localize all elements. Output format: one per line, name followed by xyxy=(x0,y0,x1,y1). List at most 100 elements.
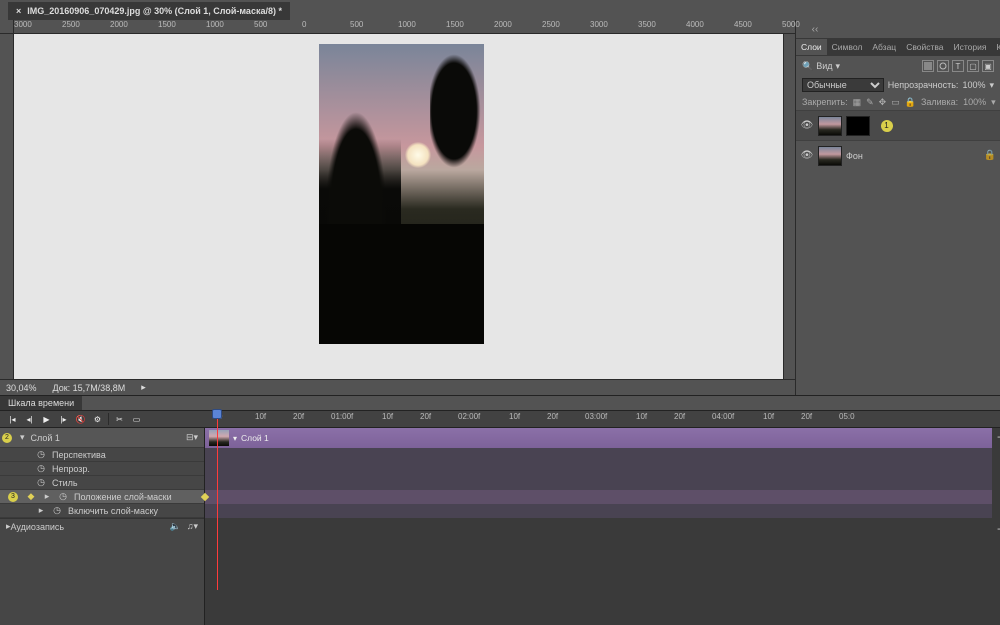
settings-button[interactable]: ⚙ xyxy=(91,413,104,426)
opacity-value[interactable]: 100% xyxy=(962,80,985,90)
layer-thumbnail[interactable] xyxy=(818,146,842,166)
playhead[interactable] xyxy=(217,410,218,590)
panel-collapse-handle[interactable]: ‹‹ xyxy=(796,20,1000,38)
viewport[interactable] xyxy=(14,34,783,379)
stopwatch-icon[interactable]: ◷ xyxy=(36,450,46,460)
audio-mute-icon[interactable]: 🔈 xyxy=(170,521,181,532)
tab-properties[interactable]: Свойства xyxy=(901,39,948,55)
chevron-down-icon[interactable]: ▾ xyxy=(989,80,994,91)
layer-mask-thumbnail[interactable] xyxy=(846,116,870,136)
track-prop-mask-position[interactable]: 3 ◆ ▸ ◷ Положение слой-маски xyxy=(0,490,204,504)
mute-button[interactable]: 🔇 xyxy=(74,413,87,426)
timeline-ruler[interactable]: 0 10f 20f 01:00f 10f 20f 02:00f 10f 20f … xyxy=(217,410,994,428)
prop-label: Положение слой-маски xyxy=(74,492,172,502)
first-frame-button[interactable]: |◂ xyxy=(6,413,19,426)
document-title: IMG_20160906_070429.jpg @ 30% (Слой 1, С… xyxy=(27,6,282,16)
disclosure-icon[interactable]: ▾ xyxy=(20,432,25,443)
next-frame-button[interactable]: |▸ xyxy=(57,413,70,426)
timeline-tick: 05:0 xyxy=(839,412,855,421)
ruler-tick: 4500 xyxy=(734,20,752,29)
ruler-tick: 2000 xyxy=(110,20,128,29)
filter-shape-icon[interactable]: ▢ xyxy=(967,60,979,72)
layer-filter-label: Вид xyxy=(816,61,832,71)
track-prop-opacity[interactable]: ◷ Непрозр. xyxy=(0,462,204,476)
layers-panel-tabs: Слои Символ Абзац Свойства История Канал… xyxy=(796,38,1000,56)
property-lane[interactable] xyxy=(205,462,992,476)
track-options-icon[interactable]: ⊟▾ xyxy=(186,432,198,443)
play-button[interactable]: ▶ xyxy=(40,413,53,426)
stopwatch-icon[interactable]: ◷ xyxy=(58,492,68,502)
scrollbar-vertical[interactable] xyxy=(783,34,795,379)
playhead-handle[interactable] xyxy=(212,409,222,419)
tab-history[interactable]: История xyxy=(949,39,992,55)
fill-label: Заливка: xyxy=(921,97,958,107)
split-button[interactable]: ✂ xyxy=(113,413,126,426)
ruler-tick: 1500 xyxy=(446,20,464,29)
prev-frame-button[interactable]: ◂| xyxy=(23,413,36,426)
filter-pixel-icon[interactable] xyxy=(922,60,934,72)
audio-track-row[interactable]: ▸ Аудиозапись 🔈 ♫▾ xyxy=(0,518,204,534)
ruler-vertical xyxy=(0,34,14,379)
visibility-icon[interactable]: 👁 xyxy=(800,149,814,163)
timeline-tick: 10f xyxy=(382,412,393,421)
disclosure-icon[interactable]: ▾ xyxy=(233,434,237,443)
track-prop-perspective[interactable]: ◷ Перспектива xyxy=(0,448,204,462)
tab-layers[interactable]: Слои xyxy=(796,39,827,55)
property-lane[interactable] xyxy=(205,504,992,518)
tab-symbol[interactable]: Символ xyxy=(827,39,868,55)
lock-brush-icon[interactable]: ✎ xyxy=(866,97,874,108)
property-lane[interactable] xyxy=(205,448,992,462)
timeline-tick: 03:00f xyxy=(585,412,607,421)
lock-pixels-icon[interactable]: ▦ xyxy=(853,97,862,108)
zoom-value[interactable]: 30,04% xyxy=(6,383,37,393)
lock-all-icon[interactable]: 🔒 xyxy=(905,97,916,108)
track-layer-name: Слой 1 xyxy=(31,433,60,443)
track-prop-mask-enable[interactable]: ▸ ◷ Включить слой-маску xyxy=(0,504,204,518)
transition-button[interactable]: ▭ xyxy=(130,413,143,426)
chevron-down-icon[interactable]: ▾ xyxy=(991,97,996,108)
tab-channels[interactable]: Каналь xyxy=(991,39,1000,55)
chevron-right-icon[interactable]: ▸ xyxy=(42,492,52,502)
visibility-icon[interactable]: 👁 xyxy=(800,119,814,133)
chevron-right-icon[interactable]: ▸ xyxy=(141,382,146,393)
layer-name-label xyxy=(874,121,877,131)
ruler-tick: 500 xyxy=(254,20,267,29)
track-prop-style[interactable]: ◷ Стиль xyxy=(0,476,204,490)
filter-smart-icon[interactable]: ▣ xyxy=(982,60,994,72)
keyframe-nav-icon[interactable]: ◆ xyxy=(26,492,36,502)
silhouette-right xyxy=(430,44,484,174)
stopwatch-icon[interactable]: ◷ xyxy=(36,464,46,474)
layer-name-label[interactable]: Фон xyxy=(846,151,863,161)
stopwatch-icon[interactable]: ◷ xyxy=(36,478,46,488)
lock-artboard-icon[interactable]: ▭ xyxy=(891,97,900,108)
chevron-right-icon[interactable]: ▸ xyxy=(36,506,46,516)
document-close-icon[interactable]: × xyxy=(16,6,21,16)
timeline-tick: 10f xyxy=(509,412,520,421)
filter-adjust-icon[interactable] xyxy=(937,60,949,72)
blend-mode-select[interactable]: Обычные xyxy=(802,78,884,92)
ruler-h-ticks: 3000 2500 2000 1500 1000 500 0 500 1000 … xyxy=(14,20,795,33)
fill-value[interactable]: 100% xyxy=(963,97,986,107)
stopwatch-icon[interactable]: ◷ xyxy=(52,506,62,516)
layer-row[interactable]: 👁 1 xyxy=(796,110,1000,140)
canvas-area: 3000 2500 2000 1500 1000 500 0 500 1000 … xyxy=(0,20,795,395)
tab-paragraph[interactable]: Абзац xyxy=(867,39,901,55)
layer-thumbnail[interactable] xyxy=(818,116,842,136)
document-tab[interactable]: × IMG_20160906_070429.jpg @ 30% (Слой 1,… xyxy=(8,2,290,20)
ruler-tick: 1000 xyxy=(206,20,224,29)
timeline-tick: 20f xyxy=(547,412,558,421)
prop-label: Стиль xyxy=(52,478,78,488)
video-clip[interactable]: ▾ Слой 1 xyxy=(205,428,992,448)
timeline-tracks-area[interactable]: ▾ Слой 1 + + xyxy=(205,428,1000,625)
lock-icon[interactable]: 🔒 xyxy=(984,150,996,161)
track-row-layer[interactable]: 2 ▾ Слой 1 ⊟▾ xyxy=(0,428,204,448)
layer-filter-type[interactable]: 🔍 Вид ▾ xyxy=(802,61,840,72)
layers-lock-row: Закрепить: ▦ ✎ ✥ ▭ 🔒 Заливка: 100% ▾ xyxy=(796,94,1000,110)
property-lane[interactable] xyxy=(205,476,992,490)
lock-position-icon[interactable]: ✥ xyxy=(879,97,887,108)
layer-row[interactable]: 👁 Фон 🔒 xyxy=(796,140,1000,170)
music-note-icon[interactable]: ♫▾ xyxy=(187,521,198,532)
timeline-title[interactable]: Шкала времени xyxy=(0,396,82,410)
filter-type-icon[interactable]: T xyxy=(952,60,964,72)
property-lane-selected[interactable] xyxy=(205,490,992,504)
